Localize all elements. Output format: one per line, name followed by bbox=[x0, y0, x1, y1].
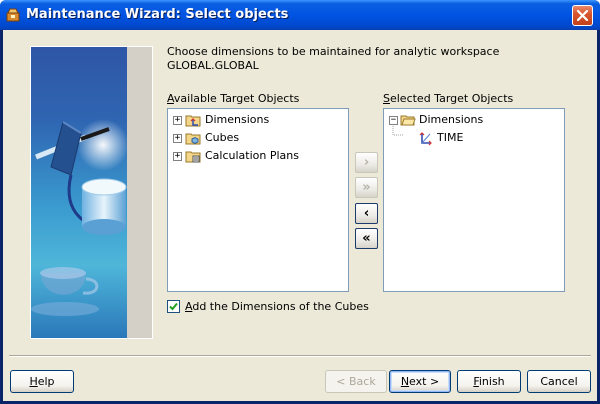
instructions-line-2: GLOBAL.GLOBAL bbox=[167, 59, 259, 72]
dialog-body: Choose dimensions to be maintained for a… bbox=[3, 30, 597, 401]
tree-item-label: Cubes bbox=[205, 131, 240, 144]
available-item-dimensions[interactable]: + Dimensions bbox=[168, 112, 348, 128]
move-selected-button[interactable]: › bbox=[355, 152, 378, 173]
title-bar[interactable]: Maintenance Wizard: Select objects bbox=[0, 0, 600, 30]
available-item-calculation-plans[interactable]: + Calculation Plans bbox=[168, 148, 348, 164]
tree-item-label: Calculation Plans bbox=[205, 149, 299, 162]
window-title: Maintenance Wizard: Select objects bbox=[26, 7, 289, 22]
help-button[interactable]: Help bbox=[10, 370, 74, 393]
add-cube-dimensions-checkbox[interactable] bbox=[167, 300, 180, 313]
folder-cube-icon bbox=[185, 133, 201, 145]
instructions-line-1: Choose dimensions to be maintained for a… bbox=[167, 45, 500, 58]
expand-icon[interactable]: + bbox=[173, 116, 182, 125]
next-button[interactable]: Next > bbox=[389, 370, 451, 393]
wizard-side-panel bbox=[30, 46, 153, 339]
tree-connector bbox=[392, 126, 403, 136]
checkmark-icon bbox=[169, 302, 178, 311]
instructions: Choose dimensions to be maintained for a… bbox=[167, 45, 499, 73]
selected-item-dimensions[interactable]: − Dimensions bbox=[384, 112, 564, 128]
expand-icon[interactable]: + bbox=[173, 134, 182, 143]
selected-label: Selected Target Objects bbox=[383, 92, 514, 105]
move-all-button[interactable]: » bbox=[355, 177, 378, 198]
cancel-button[interactable]: Cancel bbox=[527, 370, 591, 393]
close-button[interactable] bbox=[572, 5, 593, 26]
close-icon bbox=[577, 10, 588, 21]
expand-icon[interactable]: + bbox=[173, 152, 182, 161]
available-label: Available Target Objects bbox=[167, 92, 300, 105]
add-cube-dimensions-label[interactable]: Add the Dimensions of the Cubes bbox=[185, 300, 369, 313]
selected-list[interactable]: − Dimensions TIME bbox=[383, 108, 565, 292]
tree-item-label: Dimensions bbox=[205, 113, 270, 126]
finish-button[interactable]: Finish bbox=[457, 370, 521, 393]
available-item-cubes[interactable]: + Cubes bbox=[168, 130, 348, 146]
selected-item-time[interactable]: TIME bbox=[384, 126, 564, 146]
back-button[interactable]: < Back bbox=[325, 370, 387, 393]
folder-calc-plan-icon bbox=[185, 151, 201, 163]
tree-item-label: Dimensions bbox=[419, 113, 484, 126]
available-list[interactable]: + Dimensions + Cubes + Calculation Plans bbox=[167, 108, 349, 292]
remove-selected-button[interactable]: ‹ bbox=[355, 203, 378, 224]
folder-dimension-icon bbox=[185, 115, 201, 127]
remove-all-button[interactable]: « bbox=[355, 228, 378, 249]
button-separator bbox=[9, 355, 591, 357]
wizard-app-icon bbox=[6, 8, 20, 22]
dimension-icon bbox=[419, 132, 432, 146]
tree-item-label: TIME bbox=[437, 131, 464, 144]
wizard-window: Maintenance Wizard: Select objects Choos… bbox=[0, 0, 600, 404]
collapse-icon[interactable]: − bbox=[389, 116, 398, 125]
wizard-illustration bbox=[31, 47, 127, 338]
